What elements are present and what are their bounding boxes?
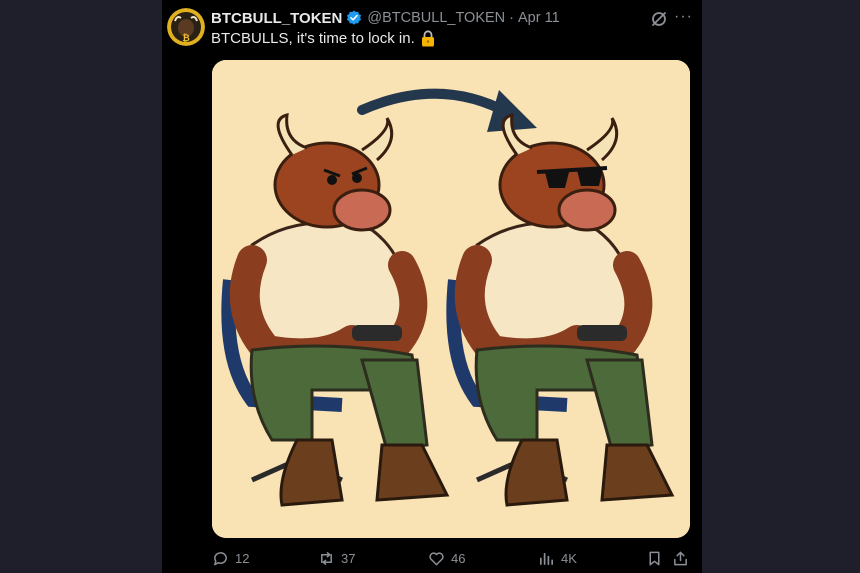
post-image[interactable]	[212, 60, 690, 538]
like-button[interactable]: 46	[428, 550, 465, 567]
svg-text:₿: ₿	[182, 33, 189, 43]
avatar[interactable]: ₿	[167, 8, 205, 46]
share-icon	[674, 551, 687, 565]
views-icon	[539, 552, 554, 565]
heart-icon	[429, 551, 444, 565]
repost-icon	[321, 551, 332, 565]
reply-icon	[214, 551, 227, 565]
views-count: 4K	[561, 550, 577, 566]
post-text: BTCBULLS, it's time to lock in.	[211, 30, 415, 47]
post-date[interactable]: Apr 11	[518, 10, 560, 26]
like-count: 46	[451, 550, 466, 566]
more-options-icon[interactable]: ···	[674, 8, 693, 26]
handle[interactable]: @BTCBULL_TOKEN	[367, 10, 505, 26]
post-header: BTCBULL_TOKEN @BTCBULL_TOKEN · Apr 11	[211, 9, 560, 27]
share-button[interactable]	[672, 550, 695, 567]
post-card: ₿ BTCBULL_TOKEN @BTCBULL_TOKEN · Apr 11 …	[162, 0, 702, 573]
bookmark-button[interactable]	[646, 550, 669, 567]
reply-button[interactable]: 12	[212, 550, 249, 567]
repost-count: 37	[341, 550, 356, 566]
repost-button[interactable]: 37	[318, 550, 355, 567]
grok-icon[interactable]	[650, 10, 668, 28]
views-button[interactable]: 4K	[538, 550, 577, 567]
post-text-row: BTCBULLS, it's time to lock in.	[211, 30, 435, 47]
action-bar: 12 37 46 4K	[210, 548, 690, 568]
lock-emoji-icon	[421, 30, 435, 47]
display-name[interactable]: BTCBULL_TOKEN	[211, 10, 342, 27]
bookmark-icon	[649, 551, 660, 565]
verified-badge-icon	[346, 10, 362, 26]
separator: ·	[509, 10, 514, 26]
reply-count: 12	[235, 550, 250, 566]
